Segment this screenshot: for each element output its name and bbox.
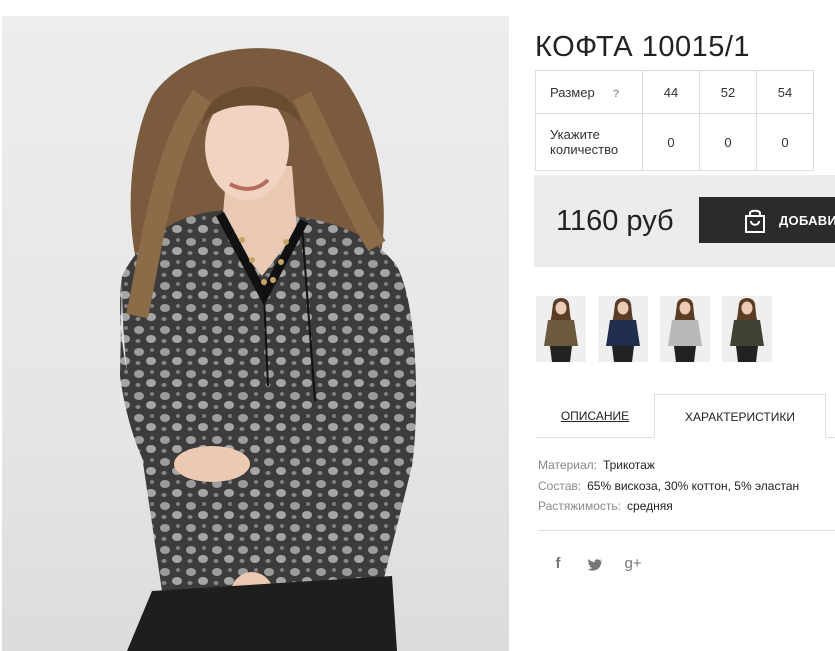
quantity-input-52[interactable]: 0 [699,113,757,171]
facebook-icon[interactable]: f [547,555,569,575]
spec-key: Состав: [538,478,582,493]
google-plus-icon[interactable]: g+ [622,555,644,575]
size-option-52[interactable]: 52 [699,70,757,114]
product-photo-illustration [120,48,417,651]
spec-row-material: Материал: Трикотаж [538,455,799,476]
quantity-label: Укажите количество [535,113,643,171]
spec-value: средняя [627,499,673,513]
spec-key: Материал: [538,458,597,472]
spec-value: 65% вискоза, 30% коттон, 5% эластан [587,478,800,493]
product-title: КОФТА 10015/1 [535,31,751,64]
color-thumbnail[interactable] [536,296,586,362]
size-row-label: Размер? [535,70,643,114]
divider [538,530,835,531]
quantity-input-54[interactable]: 0 [756,113,814,171]
color-thumbnail[interactable] [660,296,710,362]
size-option-54[interactable]: 54 [756,70,814,114]
twitter-icon[interactable] [584,555,606,575]
color-thumbnail[interactable] [598,296,648,362]
product-main-image[interactable] [2,16,509,651]
size-option-44[interactable]: 44 [642,70,700,114]
add-to-cart-button[interactable]: ДОБАВИТЬ [699,197,835,243]
size-quantity-table: Размер? 44 52 54 Укажите количество 0 0 … [535,70,814,171]
shopping-bag-icon [745,209,765,233]
price: 1160 руб [556,205,674,237]
spec-value: Трикотаж [602,458,655,472]
spec-row-stretch: Растяжимость: средняя [538,496,799,517]
size-help-icon[interactable]: ? [613,88,620,100]
add-to-cart-label: ДОБАВИТЬ [779,213,835,228]
characteristics-list: Материал: Трикотаж Состав: 65% вискоза, 30… [538,455,799,517]
tab-characteristics[interactable]: ХАРАКТЕРИСТИКИ [654,394,826,438]
size-label: Размер [550,84,595,100]
color-thumbnail[interactable] [722,296,772,362]
spec-key: Растяжимость: [538,499,622,513]
price-panel: 1160 руб ДОБАВИТЬ [534,175,835,267]
tab-description[interactable]: ОПИСАНИЕ [536,394,654,438]
spec-row-composition: Состав: 65% вискоза, 30% коттон, 5% эласт… [538,476,799,497]
quantity-input-44[interactable]: 0 [642,113,700,171]
